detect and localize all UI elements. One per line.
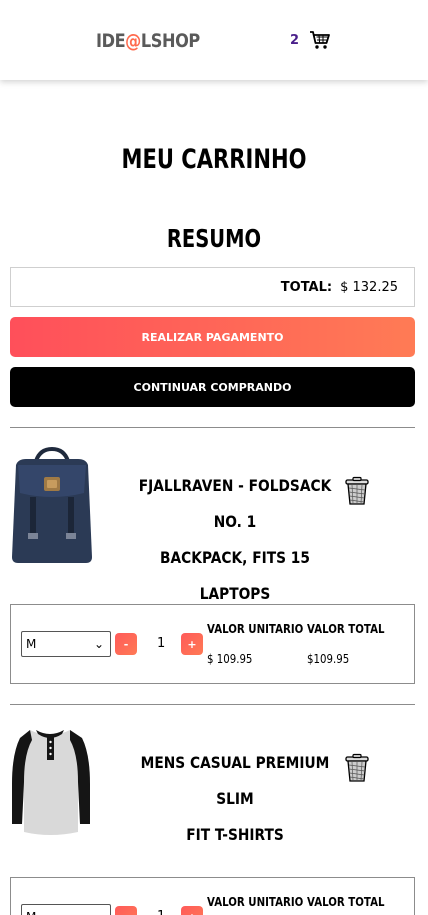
cart-count-badge: 2 xyxy=(290,33,300,48)
increase-button[interactable]: + xyxy=(181,906,203,915)
logo-suffix: LSHOP xyxy=(140,30,200,52)
divider xyxy=(10,704,415,705)
product-title: MENS CASUAL PREMIUM SLIM FIT T-SHIRTS xyxy=(128,745,343,853)
trash-icon[interactable] xyxy=(342,753,372,783)
unit-price-label: VALOR UNITARIO xyxy=(207,622,304,636)
product-title-line-2: BACKPACK, FITS 15 LAPTOPS xyxy=(160,548,310,603)
shop-logo[interactable]: IDE@LSHOP xyxy=(96,30,200,52)
total-label: TOTAL: xyxy=(280,280,333,295)
total-value: $ 132.25 xyxy=(340,280,398,295)
product-title: FJALLRAVEN - FOLDSACK NO. 1 BACKPACK, FI… xyxy=(128,468,343,612)
product-title-line-1: FJALLRAVEN - FOLDSACK NO. 1 xyxy=(138,476,332,531)
backpack-image xyxy=(12,447,92,563)
size-select[interactable]: M ⌄ xyxy=(21,631,111,657)
total-text: TOTAL: $ 132.25 xyxy=(281,280,398,295)
decrease-button[interactable]: - xyxy=(115,633,137,655)
checkout-button[interactable]: REALIZAR PAGAMENTO xyxy=(10,317,415,357)
unit-price-label: VALOR UNITARIO xyxy=(207,895,304,909)
quantity-value: 1 xyxy=(157,636,166,651)
divider xyxy=(10,427,415,428)
total-box: TOTAL: $ 132.25 xyxy=(10,267,415,307)
chevron-down-icon: ⌄ xyxy=(94,910,104,915)
summary-title: RESUMO xyxy=(166,224,262,253)
decrease-button[interactable]: - xyxy=(115,906,137,915)
page-title: MEU CARRINHO xyxy=(121,144,307,175)
size-value: M xyxy=(26,910,36,915)
product-title-line-2: FIT T-SHIRTS xyxy=(186,825,284,844)
quantity-value: 1 xyxy=(157,909,165,915)
size-select[interactable]: M ⌄ xyxy=(21,904,111,915)
continue-shopping-button[interactable]: CONTINUAR COMPRANDO xyxy=(10,367,415,407)
chevron-down-icon: ⌄ xyxy=(93,637,104,651)
tshirt-image xyxy=(12,730,90,835)
total-price-label: VALOR TOTAL xyxy=(307,622,385,636)
shopping-cart-icon[interactable] xyxy=(309,30,331,50)
trash-icon[interactable] xyxy=(342,476,372,506)
item-controls: M ⌄ - 1 + VALOR UNITARIO VALOR TOTAL xyxy=(10,877,415,915)
top-navbar: IDE@LSHOP 2 xyxy=(0,0,428,80)
logo-prefix: IDE xyxy=(96,30,126,52)
size-value: M xyxy=(26,637,37,651)
logo-at: @ xyxy=(125,30,141,52)
increase-button[interactable]: + xyxy=(181,633,203,655)
total-price-value: $109.95 xyxy=(307,652,350,666)
total-price-label: VALOR TOTAL xyxy=(307,895,385,909)
unit-price-value: $ 109.95 xyxy=(207,652,253,666)
product-title-line-1: MENS CASUAL PREMIUM SLIM xyxy=(140,753,330,808)
item-controls: M ⌄ - 1 + VALOR UNITARIO $ 109.95 VALOR … xyxy=(10,604,415,684)
